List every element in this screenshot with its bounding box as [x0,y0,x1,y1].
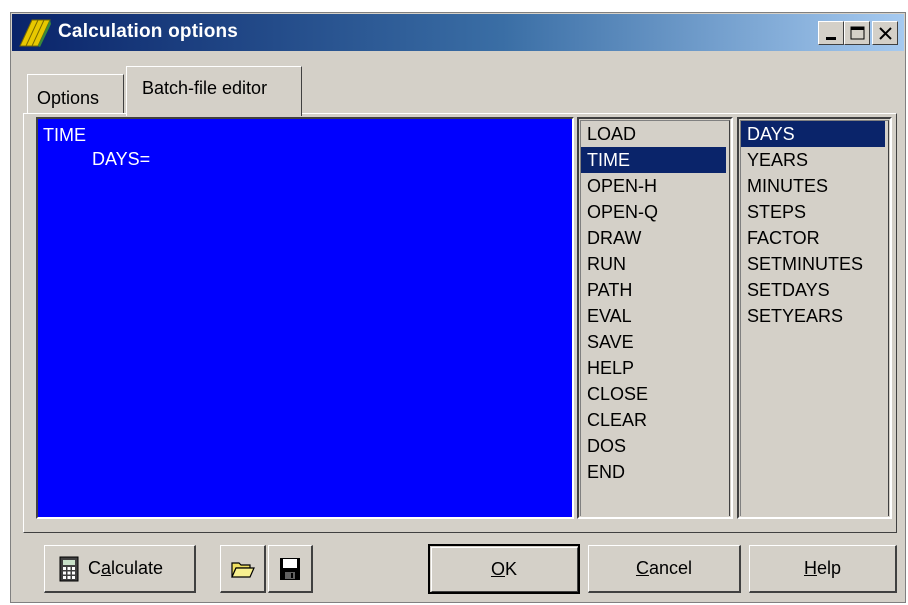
help-button[interactable]: Help [749,545,897,593]
window-title: Calculation options [58,21,239,42]
editor-line: DAYS= [92,149,151,169]
app-icon [19,19,51,47]
folder-open-icon [230,561,255,578]
tab-options-label: Options [37,88,100,108]
command-item-help[interactable]: HELP [581,355,726,381]
maximize-button[interactable] [844,21,870,45]
tab-batch-file-editor[interactable]: Batch-file editor [126,66,302,116]
param-item-setminutes[interactable]: SETMINUTES [741,251,885,277]
command-item-close[interactable]: CLOSE [581,381,726,407]
param-item-days[interactable]: DAYS [741,121,885,147]
tab-batch-file-editor-label: Batch-file editor [142,78,268,98]
command-item-clear[interactable]: CLEAR [581,407,726,433]
param-item-minutes[interactable]: MINUTES [741,173,885,199]
param-item-steps[interactable]: STEPS [741,199,885,225]
command-item-draw[interactable]: DRAW [581,225,726,251]
param-item-years[interactable]: YEARS [741,147,885,173]
cancel-button[interactable]: Cancel [588,545,741,593]
command-item-save[interactable]: SAVE [581,329,726,355]
minimize-icon [826,37,836,40]
help-label: Help [803,558,842,578]
parameter-list[interactable]: DAYS YEARS MINUTES STEPS FACTOR SETMINUT… [737,117,892,519]
calculate-button[interactable]: Calculate [44,545,196,593]
floppy-disk-icon [280,557,300,580]
command-item-time[interactable]: TIME [581,147,726,173]
ok-button[interactable]: OK [428,544,580,594]
title-bar[interactable]: Calculation options [12,14,904,51]
command-item-run[interactable]: RUN [581,251,726,277]
close-icon [879,27,892,40]
calculator-icon [59,556,79,581]
calculation-options-dialog: Calculation options Options Batch-file e… [10,12,906,603]
param-item-factor[interactable]: FACTOR [741,225,885,251]
param-item-setyears[interactable]: SETYEARS [741,303,885,329]
save-file-button[interactable] [268,545,313,593]
cancel-label: Cancel [635,558,693,578]
tab-options[interactable]: Options [27,74,124,114]
command-item-open-h[interactable]: OPEN-H [581,173,726,199]
command-item-end[interactable]: END [581,459,726,485]
close-button[interactable] [872,21,898,45]
command-item-eval[interactable]: EVAL [581,303,726,329]
minimize-button[interactable] [818,21,844,45]
command-item-dos[interactable]: DOS [581,433,726,459]
command-item-load[interactable]: LOAD [581,121,726,147]
batch-file-editor[interactable]: TIME DAYS= [36,117,574,519]
calculate-label: Calculate [88,558,164,578]
open-file-button[interactable] [220,545,266,593]
ok-label: OK [490,558,518,579]
command-item-path[interactable]: PATH [581,277,726,303]
command-item-open-q[interactable]: OPEN-Q [581,199,726,225]
param-item-setdays[interactable]: SETDAYS [741,277,885,303]
command-list[interactable]: LOAD TIME OPEN-H OPEN-Q DRAW RUN PATH EV… [577,117,733,519]
editor-line: TIME [43,125,86,145]
maximize-icon [850,26,865,40]
